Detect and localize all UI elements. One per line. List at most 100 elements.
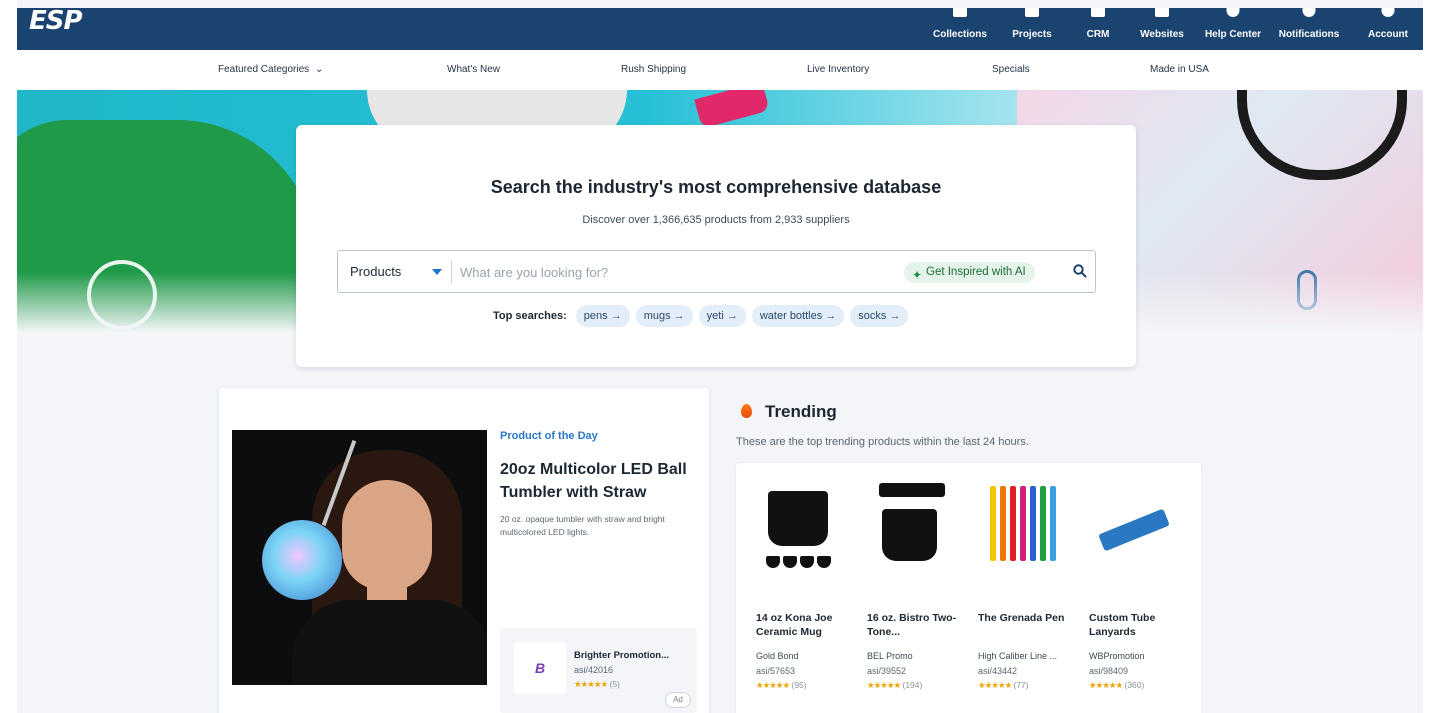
trending-product-card[interactable]: 16 oz. Bistro Two-Tone... BEL Promo asi/… <box>861 463 966 703</box>
subnav-rush-shipping[interactable]: Rush Shipping <box>621 64 686 75</box>
search-scope-select[interactable]: Products <box>350 264 401 279</box>
review-count: (194) <box>902 680 923 690</box>
projects-icon <box>1025 8 1039 17</box>
help-icon <box>1226 8 1240 17</box>
caret-down-icon[interactable] <box>432 269 442 275</box>
trending-rating: ★★★★★ (194) <box>867 680 922 691</box>
supplier-rating: ★★★★★ (5) <box>574 679 620 690</box>
product-title[interactable]: 20oz Multicolor LED Ball Tumbler with St… <box>500 458 700 504</box>
subnav-specials[interactable]: Specials <box>992 64 1030 75</box>
lanyard-image <box>1089 481 1179 576</box>
trending-title: Trending <box>765 402 837 421</box>
crm-icon <box>1091 8 1105 17</box>
trending-product-card[interactable]: The Grenada Pen High Caliber Line ... as… <box>972 463 1077 703</box>
subnav-made-in-usa[interactable]: Made in USA <box>1150 64 1209 75</box>
sub-navigation: Featured Categories ⌄ What's New Rush Sh… <box>17 50 1423 90</box>
product-of-the-day-card[interactable]: Product of the Day 20oz Multicolor LED B… <box>219 388 709 713</box>
supplier-asi: asi/42016 <box>574 665 614 675</box>
trending-product-name[interactable]: Custom Tube Lanyards <box>1089 611 1189 639</box>
top-search-chip[interactable]: yeti → <box>698 305 746 327</box>
top-bar: ESP Collections Projects CRM Websites He… <box>17 6 1423 50</box>
star-rating: ★★★★★ <box>867 680 901 690</box>
search-input[interactable] <box>460 259 890 285</box>
star-rating: ★★★★★ <box>1089 680 1123 690</box>
product-description: 20 oz. opaque tumbler with straw and bri… <box>500 514 665 537</box>
supplier-logo: B <box>514 642 566 694</box>
nav-notifications[interactable]: Notifications <box>1266 8 1352 50</box>
nav-label: Notifications <box>1278 29 1340 40</box>
nav-label: Collections <box>933 29 987 40</box>
trending-list: 14 oz Kona Joe Ceramic Mug Gold Bond asi… <box>736 463 1201 713</box>
search-card: Search the industry's most comprehensive… <box>296 125 1136 367</box>
featured-categories-label: Featured Categories <box>218 64 310 75</box>
search-icon[interactable] <box>1072 263 1088 279</box>
review-count: (5) <box>609 679 620 689</box>
trending-rating: ★★★★★ (95) <box>756 680 807 691</box>
top-search-chip[interactable]: water bottles → <box>751 305 845 327</box>
account-icon <box>1381 8 1395 17</box>
websites-icon <box>1155 8 1169 17</box>
star-rating: ★★★★★ <box>574 679 608 689</box>
model-torso <box>292 600 487 685</box>
trending-asi: asi/98409 <box>1089 666 1129 676</box>
nav-label: Projects <box>1012 29 1052 40</box>
pink-item-image <box>694 90 770 129</box>
bell-icon <box>1302 8 1316 17</box>
review-count: (95) <box>791 680 807 690</box>
supplier-card[interactable]: B Brighter Promotion... asi/42016 ★★★★★ … <box>500 628 697 713</box>
trending-subtitle: These are the top trending products with… <box>736 436 1029 448</box>
mug-image <box>756 481 846 576</box>
trending-product-name[interactable]: 14 oz Kona Joe Ceramic Mug <box>756 611 856 639</box>
trending-supplier: High Caliber Line ... <box>978 651 1058 661</box>
ad-badge: Ad <box>665 692 691 708</box>
trending-product-card[interactable]: Custom Tube Lanyards WBPromotion asi/984… <box>1083 463 1188 703</box>
nav-label: Account <box>1368 29 1408 40</box>
led-tumbler-image <box>262 520 342 600</box>
trending-product-name[interactable]: 16 oz. Bistro Two-Tone... <box>867 611 967 639</box>
nav-collections[interactable]: Collections <box>925 8 995 50</box>
nav-label: Help Center <box>1204 29 1262 40</box>
top-searches-label: Top searches: <box>493 310 567 322</box>
trending-asi: asi/43442 <box>978 666 1018 676</box>
top-search-chip[interactable]: pens → <box>575 305 630 327</box>
top-searches: Top searches: pens → mugs → yeti → water… <box>493 305 909 327</box>
flame-icon <box>741 404 752 418</box>
page: ESP Collections Projects CRM Websites He… <box>17 0 1423 713</box>
nav-projects[interactable]: Projects <box>1002 8 1062 50</box>
trending-product-name[interactable]: The Grenada Pen <box>978 611 1078 625</box>
featured-categories-dropdown[interactable]: Featured Categories ⌄ <box>218 64 323 75</box>
trending-supplier: Gold Bond <box>756 651 799 661</box>
nav-crm[interactable]: CRM <box>1078 8 1118 50</box>
trending-asi: asi/39552 <box>867 666 907 676</box>
star-rating: ★★★★★ <box>756 680 790 690</box>
review-count: (77) <box>1013 680 1029 690</box>
supplier-name[interactable]: Brighter Promotion... <box>574 650 669 661</box>
trending-supplier: BEL Promo <box>867 651 913 661</box>
pen-image <box>978 481 1068 576</box>
ai-button-label: Get Inspired with AI <box>926 266 1026 278</box>
chevron-down-icon: ⌄ <box>314 64 324 75</box>
get-inspired-ai-button[interactable]: ✦ Get Inspired with AI <box>904 262 1035 283</box>
top-search-chip[interactable]: mugs → <box>635 305 693 327</box>
trending-product-card[interactable]: 14 oz Kona Joe Ceramic Mug Gold Bond asi… <box>750 463 855 703</box>
product-image[interactable] <box>232 430 487 685</box>
nav-websites[interactable]: Websites <box>1133 8 1191 50</box>
search-title: Search the industry's most comprehensive… <box>490 177 942 197</box>
esp-logo[interactable]: ESP <box>29 6 83 36</box>
top-search-chip[interactable]: socks → <box>850 305 909 327</box>
search-subtitle: Discover over 1,366,635 products from 2,… <box>582 214 850 226</box>
review-count: (360) <box>1124 680 1145 690</box>
nav-help-center[interactable]: Help Center <box>1199 8 1267 50</box>
trending-section: Trending These are the top trending prod… <box>722 388 1214 713</box>
nav-account[interactable]: Account <box>1360 8 1416 50</box>
divider <box>451 261 452 283</box>
subnav-live-inventory[interactable]: Live Inventory <box>807 64 869 75</box>
trending-rating: ★★★★★ (360) <box>1089 680 1144 691</box>
bistro-mug-image <box>867 481 957 576</box>
subnav-whats-new[interactable]: What's New <box>447 64 500 75</box>
nav-label: Websites <box>1140 29 1184 40</box>
star-rating: ★★★★★ <box>978 680 1012 690</box>
trending-rating: ★★★★★ (77) <box>978 680 1029 691</box>
product-of-the-day-label: Product of the Day <box>500 430 598 442</box>
nav-label: CRM <box>1086 29 1110 40</box>
